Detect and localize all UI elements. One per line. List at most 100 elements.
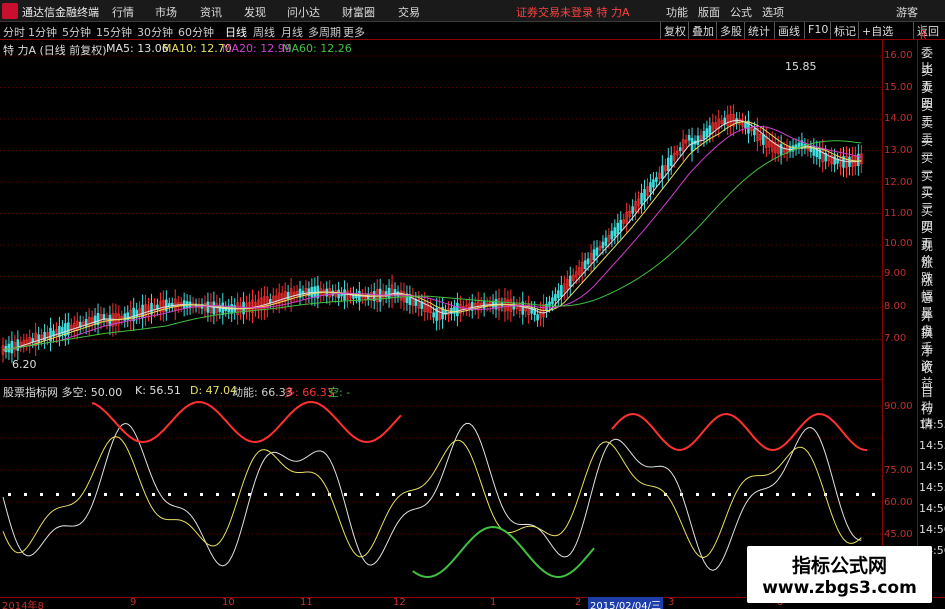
candle-body <box>655 177 658 182</box>
side-time: 14:55 <box>919 460 945 473</box>
candle-body <box>221 302 225 315</box>
period-weekly[interactable]: 周线 <box>253 24 275 40</box>
period-30min[interactable]: 30分钟 <box>137 24 173 40</box>
midline-dot <box>520 493 523 496</box>
candle-body <box>212 301 216 315</box>
candle-body <box>536 314 539 321</box>
menu-faxian[interactable]: 发现 <box>244 4 266 20</box>
candle-body <box>206 301 210 313</box>
candle-body <box>453 306 456 314</box>
indicator-legend-main: 股票指标网 多空: 50.00 <box>3 386 123 399</box>
cursor-date-box: 2015/02/04/三 <box>588 597 664 609</box>
tool-huaxian[interactable]: 画线 <box>774 22 803 39</box>
kline-chart-panel[interactable] <box>0 40 882 380</box>
midline-dot <box>584 493 587 496</box>
candle-body <box>10 340 14 354</box>
side-time: 14:55 <box>919 481 945 494</box>
candle-body <box>640 192 643 205</box>
side-collapse-icon[interactable]: LR <box>920 25 926 42</box>
ma60-legend: MA60: 12.26 <box>282 42 352 55</box>
x-label: 2 <box>575 597 582 608</box>
period-15min[interactable]: 15分钟 <box>96 24 132 40</box>
period-60min[interactable]: 60分钟 <box>178 24 214 40</box>
app-title: 通达信金融终端 <box>22 6 99 19</box>
midline-dot <box>840 493 843 496</box>
candle-body <box>568 275 572 287</box>
menu-wenxiaoda[interactable]: 问小达 <box>287 4 320 20</box>
candle-body <box>687 135 691 141</box>
midline-dot <box>776 493 779 496</box>
candle-body <box>669 155 673 167</box>
midline-dot <box>696 493 699 496</box>
menu-caifuquan[interactable]: 财富圈 <box>342 4 375 20</box>
candle-body <box>343 289 346 301</box>
low-price-label: 6.20 <box>12 358 37 371</box>
candle-body <box>708 125 712 135</box>
candle-body <box>696 135 700 145</box>
menu-zixun[interactable]: 资讯 <box>200 4 222 20</box>
candle-body <box>744 121 747 129</box>
menu-jiaoyi[interactable]: 交易 <box>398 4 420 20</box>
midline-dot <box>184 493 187 496</box>
menu-shichang[interactable]: 市场 <box>155 4 177 20</box>
candle-body <box>586 258 590 265</box>
midline-dot <box>296 493 299 496</box>
candle-body <box>93 315 97 325</box>
duo-line <box>91 400 402 443</box>
period-fenshi[interactable]: 分时 <box>3 24 25 40</box>
side-time: 14:55 <box>919 418 945 431</box>
x-label: 2014年8 <box>2 601 44 609</box>
candle-body <box>7 343 11 353</box>
x-label: 12 <box>393 597 406 608</box>
midline-dot <box>232 493 235 496</box>
midline-dot <box>56 493 59 496</box>
midline-dot <box>104 493 107 496</box>
midline-dot <box>200 493 203 496</box>
ma5-legend: MA5: 13.06 <box>106 42 169 55</box>
tool-duogu[interactable]: 多股 <box>716 22 745 39</box>
stock-label: 特 力A (日线 前复权) <box>3 44 107 57</box>
midline-dot <box>72 493 75 496</box>
period-daily[interactable]: 日线 <box>225 24 247 40</box>
tool-biaoji[interactable]: 标记 <box>830 22 859 39</box>
period-1min[interactable]: 1分钟 <box>28 24 57 40</box>
candle-body <box>592 249 596 261</box>
candle-body <box>554 294 557 302</box>
duo-line <box>611 412 868 451</box>
tool-f10[interactable]: F10 <box>804 22 831 39</box>
tool-diejia[interactable]: 叠加 <box>688 22 717 39</box>
menu-hangqing[interactable]: 行情 <box>112 4 134 20</box>
candle-body <box>16 339 20 351</box>
x-label: 1 <box>490 597 497 608</box>
candle-body <box>610 230 614 240</box>
midline-dot <box>264 493 267 496</box>
tool-tongji[interactable]: 统计 <box>744 22 773 39</box>
menu-youke[interactable]: 游客 <box>896 4 918 20</box>
menu-gongneng[interactable]: 功能 <box>666 4 688 20</box>
side-time: 14:55 <box>919 439 945 452</box>
menu-xuanxiang[interactable]: 选项 <box>762 4 784 20</box>
indicator-d: D: 47.04 <box>190 384 238 397</box>
side-time: 14:56 <box>919 523 945 536</box>
period-multi[interactable]: 多周期 <box>308 24 341 40</box>
tool-fuquan[interactable]: 复权 <box>660 22 689 39</box>
period-5min[interactable]: 5分钟 <box>62 24 91 40</box>
menu-gongshi[interactable]: 公式 <box>730 4 752 20</box>
x-label: 3 <box>668 597 675 608</box>
period-monthly[interactable]: 月线 <box>281 24 303 40</box>
login-warning: 证券交易未登录 特 力A <box>516 6 630 19</box>
period-more[interactable]: 更多 <box>343 24 365 40</box>
candle-body <box>661 165 664 179</box>
menu-banmian[interactable]: 版面 <box>698 4 720 20</box>
midline-dot <box>152 493 155 496</box>
midline-dot <box>760 493 763 496</box>
midline-dot <box>792 493 795 496</box>
candle-body <box>132 307 135 321</box>
tool-fanhui[interactable]: 返回 <box>913 22 942 39</box>
midline-dot <box>616 493 619 496</box>
tool-zixuan[interactable]: +自选 <box>858 22 896 39</box>
midline-dot <box>88 493 91 496</box>
midline-dot <box>568 493 571 496</box>
watermark-url: www.zbgs3.com <box>762 578 917 598</box>
midline-dot <box>456 493 459 496</box>
